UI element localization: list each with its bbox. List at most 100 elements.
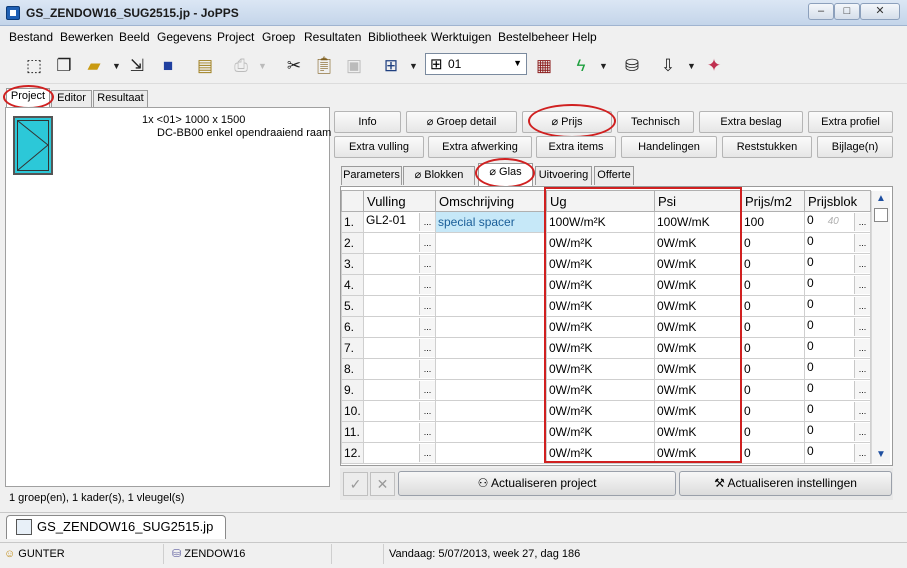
ellipsis-button[interactable]: ... [854, 318, 870, 336]
table-row[interactable]: 8.... 0W/m²K 0W/mK 0... 0 [341, 358, 871, 380]
database-help-icon[interactable]: ⛁ [621, 55, 643, 77]
cell-prijsblok[interactable]: ... 0 [804, 337, 871, 359]
table-row[interactable]: 5.... 0W/m²K 0W/mK 0... 0 [341, 295, 871, 317]
cell-vulling[interactable]: ... [363, 442, 436, 464]
lightning-dropdown-icon[interactable]: ▼ [599, 58, 608, 74]
menu-werktuigen[interactable]: Werktuigen [431, 30, 491, 44]
table-row[interactable]: 4.... 0W/m²K 0W/mK 0... 0 [341, 274, 871, 296]
copy-document-icon[interactable]: ❐ [53, 55, 75, 77]
cell-prijs-m2[interactable]: 100 [741, 211, 805, 233]
menu-beeld[interactable]: Beeld [119, 30, 150, 44]
cell-prijsblok[interactable]: ... 0 [804, 442, 871, 464]
cell-prijs-m2[interactable]: 0 [741, 442, 805, 464]
menu-gegevens[interactable]: Gegevens [157, 30, 212, 44]
tab-offerte[interactable]: Offerte [594, 166, 634, 185]
ellipsis-button[interactable]: ... [854, 213, 870, 231]
project-item-desc[interactable]: DC-BB00 enkel opendraaiend raam [157, 127, 331, 139]
window-thumbnail[interactable] [13, 116, 53, 175]
ellipsis-button[interactable]: ... [419, 213, 435, 231]
cell-psi[interactable]: 0W/mK [654, 337, 742, 359]
tab-uitvoering[interactable]: Uitvoering [535, 166, 592, 185]
scroll-down-icon[interactable]: ▼ [876, 449, 886, 460]
ellipsis-button[interactable]: ... [854, 360, 870, 378]
cell-omschrijving[interactable]: special spacer [435, 211, 547, 233]
menu-groep[interactable]: Groep [262, 30, 295, 44]
cell-psi[interactable]: 0W/mK [654, 253, 742, 275]
tab-blokken[interactable]: ⌀ Blokken [403, 166, 475, 185]
table-row[interactable]: 10.... 0W/m²K 0W/mK 0... 0 [341, 400, 871, 422]
column-header-prijs-m2[interactable]: Prijs/m2 [741, 190, 805, 212]
table-row[interactable]: 7.... 0W/m²K 0W/mK 0... 0 [341, 337, 871, 359]
cell-prijs-m2[interactable]: 0 [741, 295, 805, 317]
cell-vulling[interactable]: ... GL2-01 [363, 211, 436, 233]
cell-prijs-m2[interactable]: 0 [741, 358, 805, 380]
prijs-button[interactable]: ⌀ Prijs [522, 111, 612, 133]
cell-ug[interactable]: 0W/m²K [546, 232, 655, 254]
ellipsis-button[interactable]: ... [419, 381, 435, 399]
reststukken-button[interactable]: Reststukken [722, 136, 812, 158]
document-tab[interactable]: GS_ZENDOW16_SUG2515.jp [6, 515, 226, 539]
cell-ug[interactable]: 0W/m²K [546, 379, 655, 401]
cell-prijsblok[interactable]: ... 0 [804, 295, 871, 317]
ellipsis-button[interactable]: ... [419, 360, 435, 378]
ellipsis-button[interactable]: ... [854, 297, 870, 315]
ellipsis-button[interactable]: ... [419, 339, 435, 357]
ellipsis-button[interactable]: ... [419, 276, 435, 294]
column-header-vulling[interactable]: Vulling [363, 190, 436, 212]
column-header-prijsblok[interactable]: Prijsblok [804, 190, 871, 212]
cell-prijs-m2[interactable]: 0 [741, 232, 805, 254]
menu-resultaten[interactable]: Resultaten [304, 30, 361, 44]
cell-ug[interactable]: 0W/m²K [546, 442, 655, 464]
technisch-button[interactable]: Technisch [617, 111, 694, 133]
cell-vulling[interactable]: ... [363, 358, 436, 380]
cell-psi[interactable]: 0W/mK [654, 232, 742, 254]
table-row[interactable]: 12.... 0W/m²K 0W/mK 0... 0 [341, 442, 871, 464]
ellipsis-button[interactable]: ... [854, 423, 870, 441]
scroll-thumb[interactable] [874, 208, 888, 222]
ellipsis-button[interactable]: ... [419, 234, 435, 252]
cell-prijsblok[interactable]: ... 0 40 [804, 211, 871, 233]
cell-prijsblok[interactable]: ... 0 [804, 232, 871, 254]
ellipsis-button[interactable]: ... [854, 276, 870, 294]
export-dropdown-icon[interactable]: ▼ [687, 58, 696, 74]
minimize-button[interactable]: – [808, 3, 834, 20]
cell-ug[interactable]: 0W/m²K [546, 400, 655, 422]
cell-vulling[interactable]: ... [363, 379, 436, 401]
table-row[interactable]: 3.... 0W/m²K 0W/mK 0... 0 [341, 253, 871, 275]
menu-bewerken[interactable]: Bewerken [60, 30, 113, 44]
table-row[interactable]: 1.... GL2-01 special spacer 100W/m²K 100W/mK… [341, 211, 871, 233]
extra-profiel-button[interactable]: Extra profiel [808, 111, 893, 133]
cell-omschrijving[interactable] [435, 232, 547, 254]
cell-omschrijving[interactable] [435, 358, 547, 380]
cell-prijs-m2[interactable]: 0 [741, 316, 805, 338]
extra-vulling-button[interactable]: Extra vulling [334, 136, 424, 158]
cell-omschrijving[interactable] [435, 316, 547, 338]
cell-ug[interactable]: 0W/m²K [546, 358, 655, 380]
cell-prijs-m2[interactable]: 0 [741, 337, 805, 359]
cell-vulling[interactable]: ... [363, 253, 436, 275]
tab-glas[interactable]: ⌀ Glas [478, 163, 533, 186]
menu-help[interactable]: Help [572, 30, 597, 44]
cell-psi[interactable]: 0W/mK [654, 316, 742, 338]
cell-prijsblok[interactable]: ... 0 [804, 421, 871, 443]
maximize-button[interactable]: □ [834, 3, 860, 20]
open-dropdown-icon[interactable]: ▼ [112, 58, 121, 74]
cell-omschrijving[interactable] [435, 421, 547, 443]
save-icon[interactable]: ■ [157, 55, 179, 77]
update-project-button[interactable]: ⚇ Actualiseren project [398, 471, 676, 496]
cell-vulling[interactable]: ... [363, 421, 436, 443]
info-button[interactable]: Info [334, 111, 401, 133]
ellipsis-button[interactable]: ... [854, 234, 870, 252]
cell-vulling[interactable]: ... [363, 400, 436, 422]
cell-ug[interactable]: 0W/m²K [546, 421, 655, 443]
bijlagen-button[interactable]: Bijlage(n) [817, 136, 893, 158]
cut-icon[interactable]: ✂ [283, 55, 305, 77]
calculator-icon[interactable]: ▦ [533, 55, 555, 77]
menu-bibliotheek[interactable]: Bibliotheek [368, 30, 427, 44]
cell-prijsblok[interactable]: ... 0 [804, 274, 871, 296]
extra-beslag-button[interactable]: Extra beslag [699, 111, 803, 133]
cell-ug[interactable]: 0W/m²K [546, 316, 655, 338]
extra-items-button[interactable]: Extra items [536, 136, 616, 158]
cell-ug[interactable]: 0W/m²K [546, 295, 655, 317]
cell-prijsblok[interactable]: ... 0 [804, 316, 871, 338]
